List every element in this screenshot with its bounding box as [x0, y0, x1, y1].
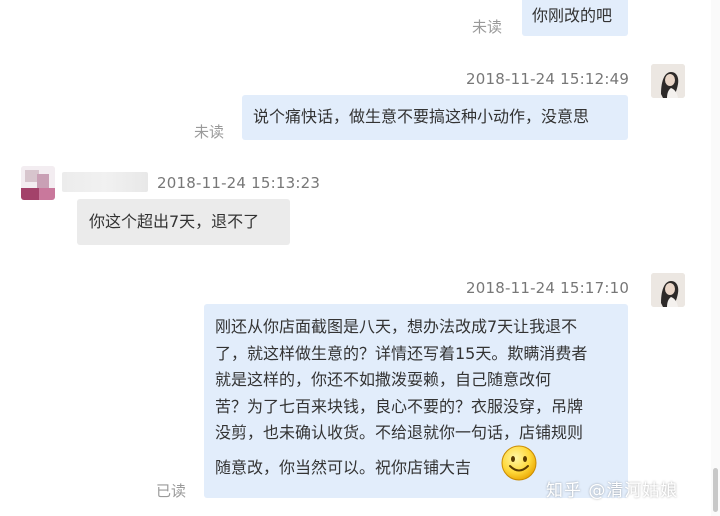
- smile-emoji-icon: [500, 444, 538, 482]
- avatar-image: [651, 273, 685, 307]
- avatar-image: [651, 64, 685, 98]
- message-line-text: 随意改，你当然可以。祝你店铺大吉: [215, 457, 472, 477]
- message-text: 你刚改的吧: [532, 6, 613, 25]
- message-line: 就是这样的，你还不如撒泼耍赖，自己随意改何: [215, 370, 552, 390]
- message-timestamp: 2018-11-24 15:12:49: [466, 70, 630, 88]
- message-line: 苦？为了七百来块钱，良心不要的？衣服没穿，吊牌: [215, 396, 584, 416]
- message-bubble-outgoing[interactable]: 刚还从你店面截图是八天，想办法改成7天让我退不 了，就这样做生意的？详情还写着1…: [204, 304, 628, 498]
- message-timestamp: 2018-11-24 15:17:10: [466, 279, 630, 297]
- message-timestamp: 2018-11-24 15:13:23: [157, 174, 321, 192]
- read-status: 未读: [194, 123, 225, 141]
- scrollbar-track[interactable]: [711, 0, 720, 516]
- message-text: 说个痛快话，做生意不要搞这种小动作，没意思: [253, 107, 590, 126]
- chat-history: 你刚改的吧 未读 2018-11-24 15:12:49 说个痛快话，做生意不要…: [0, 0, 720, 516]
- message-bubble-outgoing[interactable]: 你刚改的吧: [522, 0, 628, 36]
- message-line: 了，就这样做生意的？详情还写着15天。欺瞒消费者: [215, 343, 588, 363]
- avatar-image-blurred: [21, 166, 55, 200]
- message-bubble-incoming[interactable]: 你这个超出7天，退不了: [77, 199, 290, 245]
- avatar-contact[interactable]: [21, 166, 55, 200]
- avatar-self[interactable]: [651, 273, 685, 307]
- read-status: 未读: [472, 18, 503, 36]
- message-bubble-outgoing[interactable]: 说个痛快话，做生意不要搞这种小动作，没意思: [242, 95, 628, 140]
- scrollbar-thumb[interactable]: [713, 468, 718, 512]
- contact-name-redacted: [62, 172, 148, 192]
- read-status: 已读: [156, 482, 187, 500]
- message-line: 没剪，也未确认收货。不给退就你一句话，店铺规则: [215, 423, 584, 443]
- message-text: 你这个超出7天，退不了: [89, 212, 260, 231]
- watermark-text: 知乎 @清河姑娘: [546, 481, 679, 501]
- message-line: 刚还从你店面截图是八天，想办法改成7天让我退不: [215, 317, 578, 336]
- avatar-self[interactable]: [651, 64, 685, 98]
